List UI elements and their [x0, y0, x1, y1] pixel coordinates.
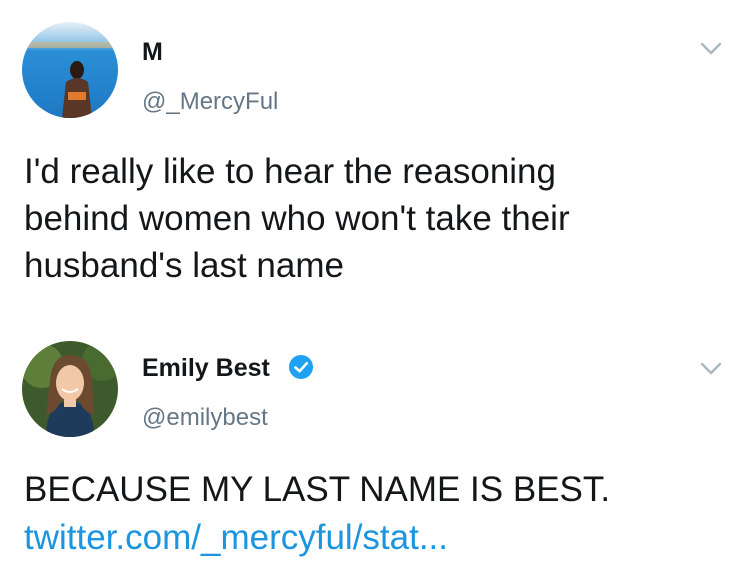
tweet-card-mercyful[interactable]: M @_MercyFul I'd really like to hear the… [0, 0, 740, 330]
tweet-text: I'd really like to hear the reasoning be… [24, 148, 714, 289]
avatar-mercyful[interactable] [22, 22, 118, 118]
tweet-link[interactable]: twitter.com/_mercyful/stat... [24, 518, 448, 558]
user-handle[interactable]: @_MercyFul [142, 88, 278, 116]
user-handle[interactable]: @emilybest [142, 404, 268, 432]
tweet-text-line: I'd really like to hear the reasoning [24, 152, 556, 191]
profile-photo-icon [22, 22, 118, 118]
chevron-down-icon[interactable] [700, 42, 722, 56]
avatar-emilybest[interactable] [22, 341, 118, 437]
display-name[interactable]: M [142, 38, 163, 67]
tweet-text-line: husband's last name [24, 246, 344, 285]
chevron-down-icon[interactable] [700, 362, 722, 376]
display-name[interactable]: Emily Best [142, 354, 270, 383]
profile-photo-icon [22, 341, 118, 437]
tweet-card-emilybest[interactable]: Emily Best @emilybest BECAUSE MY LAST NA… [0, 330, 740, 581]
verified-badge-icon [289, 355, 313, 379]
tweet-text: BECAUSE MY LAST NAME IS BEST. [24, 470, 611, 509]
tweet-text-line: behind women who won't take their [24, 199, 570, 238]
